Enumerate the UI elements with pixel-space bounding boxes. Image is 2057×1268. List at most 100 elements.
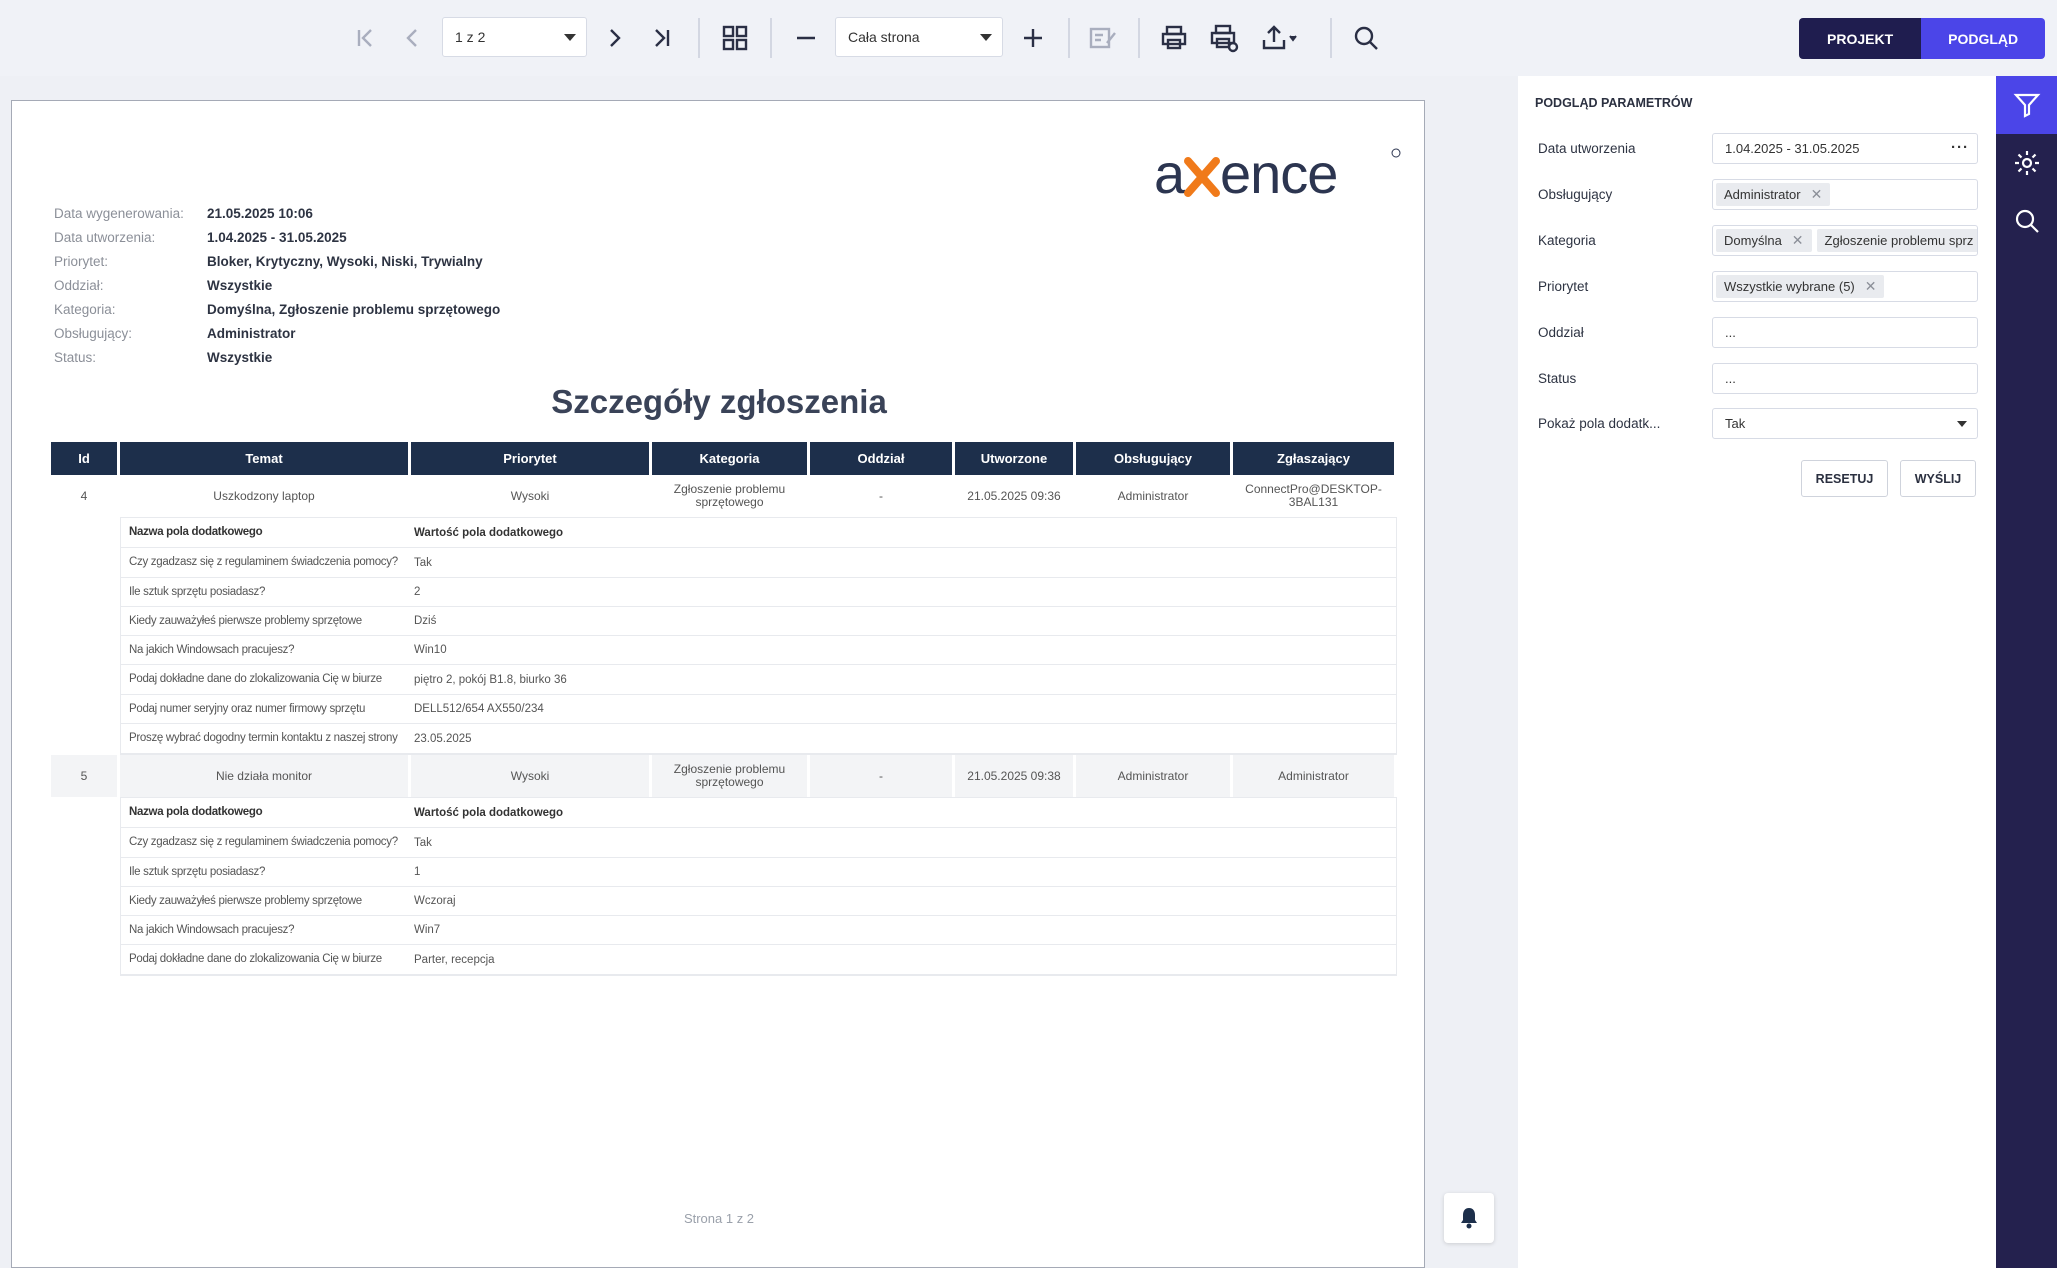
meta-row: Oddział: Wszystkie xyxy=(54,273,500,297)
table-cell: Nie działa monitor xyxy=(120,755,411,797)
parameter-label: Oddział xyxy=(1538,325,1584,340)
edit-form-icon xyxy=(1089,27,1116,49)
first-page-button[interactable] xyxy=(341,14,389,62)
settings-tab[interactable] xyxy=(1996,134,2057,192)
extra-field-value: piętro 2, pokój B1.8, biurko 36 xyxy=(414,673,567,686)
parameter-label: Data utworzenia xyxy=(1538,141,1636,156)
mode-switch: PROJEKT PODGLĄD xyxy=(1799,18,2046,59)
meta-value: Bloker, Krytyczny, Wysoki, Niski, Trywia… xyxy=(207,253,483,269)
thumbnails-button[interactable] xyxy=(711,14,759,62)
last-page-button[interactable] xyxy=(638,14,686,62)
extra-field-key-header: Nazwa pola dodatkowego xyxy=(129,806,263,818)
report-table: Id Temat Priorytet Kategoria Oddział Utworzon… xyxy=(51,442,1397,976)
remove-chip-icon[interactable]: ✕ xyxy=(1865,278,1877,295)
caret-down-icon xyxy=(980,34,992,41)
meta-label: Data utworzenia: xyxy=(54,229,156,245)
search-button[interactable] xyxy=(1342,14,1390,62)
zoom-out-button[interactable] xyxy=(782,14,830,62)
table-row: 4 Uszkodzony laptop Wysoki Zgłoszenie probl… xyxy=(51,475,1397,517)
parameter-input[interactable]: Domyślna ✕ Zgłoszenie problemu sprz xyxy=(1712,225,1978,256)
extra-field-key: Ile sztuk sprzętu posiadasz? xyxy=(129,865,266,878)
print-options-button[interactable] xyxy=(1200,14,1248,62)
search-icon xyxy=(1354,26,1378,50)
edit-button[interactable] xyxy=(1079,14,1127,62)
send-button[interactable]: WYŚLIJ xyxy=(1900,460,1976,497)
page-select-value: 1 z 2 xyxy=(455,29,486,45)
parameter-value: 1.04.2025 - 31.05.2025 xyxy=(1725,141,1860,156)
extra-field-key: Czy zgadzasz się z regulaminem świadczen… xyxy=(129,556,398,568)
parameter-row: Pokaż pola dodatk... Tak xyxy=(1538,408,1978,440)
table-cell: Administrator xyxy=(1233,755,1397,797)
table-cell: Wysoki xyxy=(411,755,652,797)
meta-value: Wszystkie xyxy=(207,349,273,365)
first-page-icon xyxy=(357,29,372,47)
extra-field-value: Tak xyxy=(414,836,432,849)
report-meta: Data wygenerowania: 21.05.2025 10:06 Data … xyxy=(54,201,500,369)
page-select[interactable]: 1 z 2 xyxy=(442,17,587,57)
more-options-icon[interactable]: ··· xyxy=(1951,139,1969,156)
report-page: a ence Data wygenerowania: 21.05.2025 10:… xyxy=(11,100,1425,1268)
extra-field-key: Na jakich Windowsach pracujesz? xyxy=(129,643,295,656)
column-header: Kategoria xyxy=(652,442,810,475)
meta-value: 21.05.2025 10:06 xyxy=(207,205,313,221)
next-page-button[interactable] xyxy=(590,14,638,62)
table-cell: 4 xyxy=(51,475,120,517)
extra-field-row: Podaj dokładne dane do zlokalizowania Ci… xyxy=(121,945,1396,975)
previous-page-button[interactable] xyxy=(389,14,437,62)
meta-label: Oddział: xyxy=(54,277,104,293)
gear-icon xyxy=(2014,151,2039,175)
print-button[interactable] xyxy=(1150,14,1198,62)
reset-button[interactable]: RESETUJ xyxy=(1801,460,1888,497)
parameters-panel: PODGLĄD PARAMETRÓW Data utworzenia 1.04.2… xyxy=(1518,76,1996,1268)
extra-field-value-header: Wartość pola dodatkowego xyxy=(414,526,564,539)
parameter-value: ... xyxy=(1725,371,1736,386)
table-cell: 21.05.2025 09:38 xyxy=(955,755,1076,797)
extra-fields-table: Nazwa pola dodatkowego Wartość pola dodat… xyxy=(120,517,1397,755)
zoom-in-button[interactable] xyxy=(1009,14,1057,62)
parameter-input[interactable]: ... xyxy=(1712,363,1978,394)
parameter-chip: Wszystkie wybrane (5) ✕ xyxy=(1716,275,1885,298)
meta-value: Domyślna, Zgłoszenie problemu sprzętoweg… xyxy=(207,301,501,317)
zoom-select[interactable]: Cała strona xyxy=(835,17,1003,57)
filter-tab[interactable] xyxy=(1996,76,2057,134)
parameter-row: Obsługujący Administrator ✕ xyxy=(1538,179,1978,211)
bell-icon xyxy=(1461,1208,1477,1229)
parameter-input[interactable]: Tak xyxy=(1712,408,1978,439)
meta-row: Obsługujący: Administrator xyxy=(54,321,500,345)
parameter-label: Priorytet xyxy=(1538,279,1589,294)
parameters-title: PODGLĄD PARAMETRÓW xyxy=(1535,96,1693,110)
parameter-input[interactable]: Wszystkie wybrane (5) ✕ xyxy=(1712,271,1978,302)
parameter-input[interactable]: ... xyxy=(1712,317,1978,348)
preview-mode-button[interactable]: PODGLĄD xyxy=(1921,18,2046,59)
remove-chip-icon[interactable]: ✕ xyxy=(1811,186,1823,203)
table-cell: 21.05.2025 09:36 xyxy=(955,475,1076,517)
parameter-row: Status... xyxy=(1538,363,1978,395)
extra-field-value: Wczoraj xyxy=(414,895,456,907)
meta-row: Status: Wszystkie xyxy=(54,345,500,369)
extra-field-value: Dziś xyxy=(414,615,437,627)
design-mode-button[interactable]: PROJEKT xyxy=(1799,18,1922,59)
extra-fields-header: Nazwa pola dodatkowego Wartość pola dodat… xyxy=(121,518,1396,548)
table-header: Id Temat Priorytet Kategoria Oddział Utworzon… xyxy=(51,442,1397,475)
chip-label: Wszystkie wybrane (5) xyxy=(1724,279,1855,294)
extra-field-key: Ile sztuk sprzętu posiadasz? xyxy=(129,585,266,598)
parameter-input[interactable]: 1.04.2025 - 31.05.2025 ··· xyxy=(1712,133,1978,164)
extra-field-key: Kiedy zauważyłeś pierwsze problemy sprzę… xyxy=(129,614,362,627)
remove-chip-icon[interactable]: ✕ xyxy=(1792,232,1804,249)
chip-label: Domyślna xyxy=(1724,233,1782,248)
meta-label: Priorytet: xyxy=(54,253,109,269)
extra-field-value-header: Wartość pola dodatkowego xyxy=(414,806,564,819)
extra-field-row: Czy zgadzasz się z regulaminem świadczen… xyxy=(121,828,1396,858)
export-button[interactable] xyxy=(1250,14,1310,62)
notifications-button[interactable] xyxy=(1444,1193,1494,1243)
side-navigation xyxy=(1996,76,2057,1268)
column-header: Id xyxy=(51,442,120,475)
column-header: Temat xyxy=(120,442,411,475)
svg-text:a: a xyxy=(1154,145,1186,205)
plus-icon xyxy=(1024,29,1042,47)
search-tab[interactable] xyxy=(1996,192,2057,250)
extra-field-row: Ile sztuk sprzętu posiadasz? 1 xyxy=(121,858,1396,887)
parameter-label: Obsługujący xyxy=(1538,187,1613,202)
parameter-input[interactable]: Administrator ✕ xyxy=(1712,179,1978,210)
column-header: Priorytet xyxy=(411,442,652,475)
